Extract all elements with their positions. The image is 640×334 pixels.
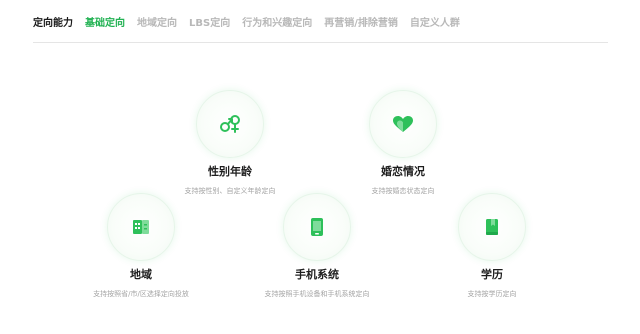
card-education[interactable]: 学历 支持按学历定向 [412,193,572,299]
card-description: 支持按学历定向 [467,290,517,298]
nav-divider [33,42,608,43]
card-label: 婚恋情况 [381,165,425,178]
nav-title: 定向能力 [33,18,73,29]
tab-lbs-targeting[interactable]: LBS定向 [189,17,230,31]
gender-icon [220,115,240,133]
targeting-nav: 定向能力 基础定向 地域定向 LBS定向 行为和兴趣定向 再营销/排除营销 自定… [33,17,460,31]
tab-remarketing[interactable]: 再营销/排除营销 [324,17,398,31]
gender-icon-circle [196,90,264,158]
card-label: 手机系统 [295,268,339,281]
tab-custom-audience[interactable]: 自定义人群 [410,17,460,31]
card-region[interactable]: 地域 支持按照省/市/区选择定向投放 [61,193,221,299]
card-label: 学历 [481,268,503,281]
tab-region-targeting[interactable]: 地域定向 [137,17,177,31]
phone-icon-circle [283,193,351,261]
card-label: 地域 [130,268,152,281]
phone-icon [311,218,323,236]
card-label: 性别年龄 [208,165,252,178]
card-gender-age[interactable]: 性别年龄 支持按性别、自定义年龄定向 [150,90,310,196]
heart-icon [393,116,413,132]
book-icon [486,219,498,235]
tab-basic-targeting[interactable]: 基础定向 [85,17,125,31]
card-marriage[interactable]: 婚恋情况 支持按婚恋状态定向 [323,90,483,196]
card-device-os[interactable]: 手机系统 支持按照手机设备和手机系统定向 [237,193,397,299]
tab-behavior-interest-targeting[interactable]: 行为和兴趣定向 [242,17,312,31]
card-description: 支持按照手机设备和手机系统定向 [264,290,370,298]
map-icon-circle [107,193,175,261]
map-icon [133,220,149,234]
card-description: 支持按照省/市/区选择定向投放 [93,290,189,298]
heart-icon-circle [369,90,437,158]
book-icon-circle [458,193,526,261]
